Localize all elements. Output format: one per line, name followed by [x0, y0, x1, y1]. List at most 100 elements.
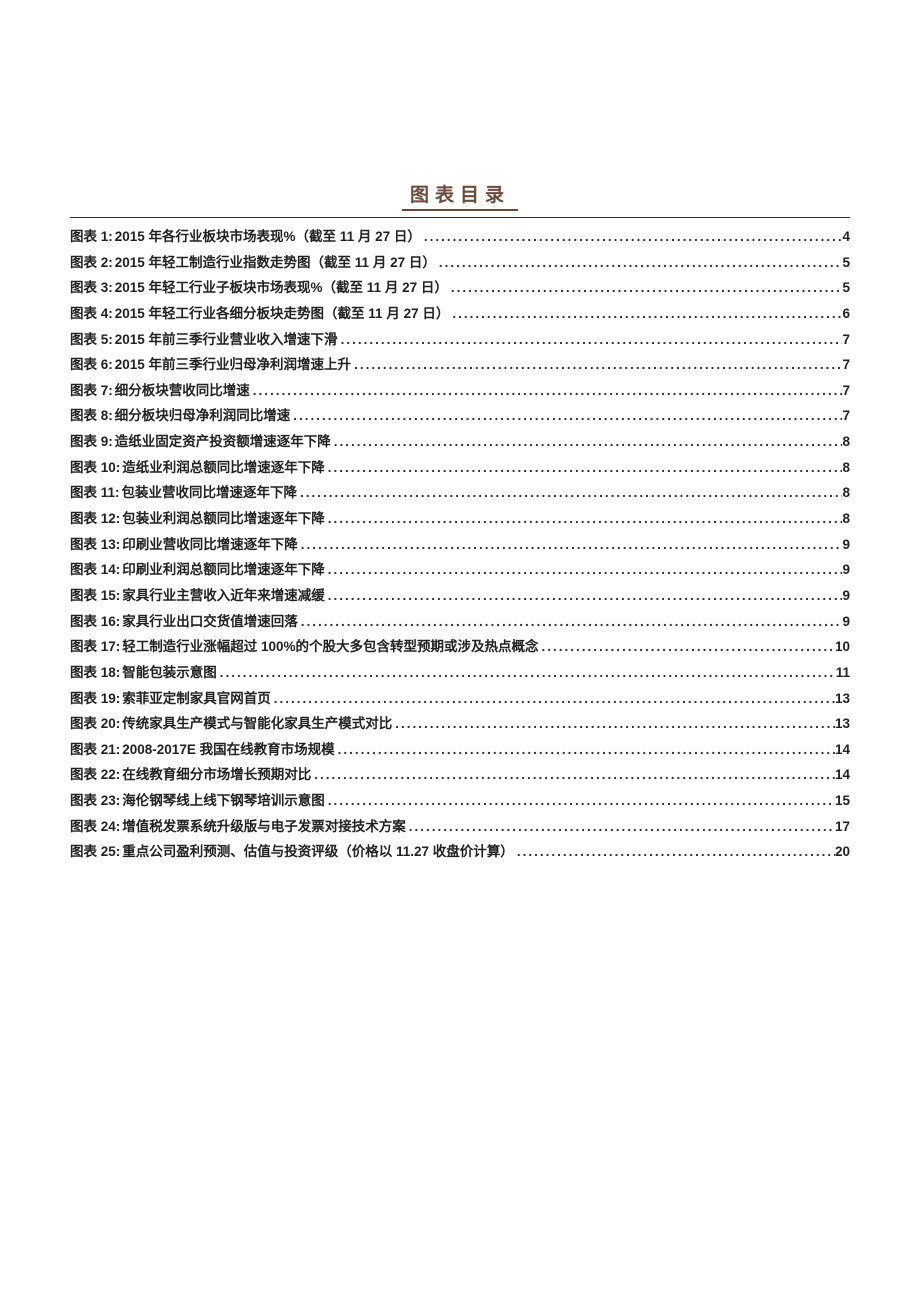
toc-entry-label: 图表 11: [70, 480, 122, 506]
toc-entry-label: 图表 19: [70, 686, 122, 712]
toc-entry[interactable]: 图表 16:家具行业出口交货值增速回落9 [70, 609, 850, 635]
toc-entry-label: 图表 4: [70, 301, 115, 327]
toc-entry-text: 细分板块营收同比增速 [115, 378, 250, 404]
toc-entry-label: 图表 15: [70, 583, 122, 609]
toc-entry-text: 海伦钢琴线上线下钢琴培训示意图 [122, 788, 325, 814]
figure-index-list: 图表 1:2015 年各行业板块市场表现%（截至 11 月 27 日） 4 图表 2… [70, 224, 850, 865]
toc-entry[interactable]: 图表 11:包装业营收同比增速逐年下降 8 [70, 480, 850, 506]
toc-entry-text: 印刷业营收同比增速逐年下降 [122, 532, 298, 558]
toc-entry-page: 5 [842, 275, 850, 301]
toc-entry-page: 8 [842, 506, 850, 532]
toc-entry-page: 10 [835, 634, 850, 660]
toc-entry[interactable]: 图表 23:海伦钢琴线上线下钢琴培训示意图15 [70, 788, 850, 814]
toc-entry-page: 14 [835, 737, 850, 763]
toc-entry-page: 7 [842, 403, 850, 429]
toc-entry-text: 增值税发票系统升级版与电子发票对接技术方案 [122, 814, 406, 840]
toc-entry[interactable]: 图表 9:造纸业固定资产投资额增速逐年下降8 [70, 429, 850, 455]
toc-entry-page: 14 [835, 762, 850, 788]
toc-entry-page: 9 [842, 583, 850, 609]
toc-entry-text: 在线教育细分市场增长预期对比 [122, 762, 311, 788]
toc-entry-page: 8 [842, 455, 850, 481]
toc-entry-label: 图表 1: [70, 224, 115, 250]
toc-entry[interactable]: 图表 8:细分板块归母净利润同比增速 7 [70, 403, 850, 429]
toc-entry-page: 9 [842, 557, 850, 583]
toc-entry[interactable]: 图表 21:2008-2017E 我国在线教育市场规模14 [70, 737, 850, 763]
toc-leader-dots [311, 762, 835, 788]
toc-leader-dots [290, 403, 842, 429]
page-title: 图表目录 [402, 180, 518, 211]
toc-entry-text: 智能包装示意图 [122, 660, 217, 686]
toc-leader-dots [325, 583, 843, 609]
toc-entry-label: 图表 24: [70, 814, 122, 840]
toc-entry[interactable]: 图表 19:索菲亚定制家具官网首页 13 [70, 686, 850, 712]
toc-entry-page: 7 [842, 327, 850, 353]
toc-entry-page: 8 [842, 480, 850, 506]
toc-entry-text: 2015 年轻工行业各细分板块走势图（截至 11 月 27 日） [115, 301, 450, 327]
toc-entry[interactable]: 图表 22:在线教育细分市场增长预期对比 14 [70, 762, 850, 788]
toc-entry[interactable]: 图表 18:智能包装示意图11 [70, 660, 850, 686]
toc-entry-label: 图表 6: [70, 352, 115, 378]
toc-entry[interactable]: 图表 25:重点公司盈利预测、估值与投资评级（价格以 11.27 收盘价计算）2… [70, 839, 850, 865]
toc-entry[interactable]: 图表 20:传统家具生产模式与智能化家具生产模式对比13 [70, 711, 850, 737]
toc-entry[interactable]: 图表 14:印刷业利润总额同比增速逐年下降9 [70, 557, 850, 583]
toc-leader-dots [298, 609, 843, 635]
toc-entry-text: 家具行业出口交货值增速回落 [122, 609, 298, 635]
toc-entry-text: 2015 年前三季行业归母净利润增速上升 [115, 352, 351, 378]
toc-entry-label: 图表 8: [70, 403, 115, 429]
toc-entry-text: 造纸业固定资产投资额增速逐年下降 [115, 429, 331, 455]
toc-entry-label: 图表 18: [70, 660, 122, 686]
toc-entry-page: 9 [842, 609, 850, 635]
toc-entry[interactable]: 图表 15:家具行业主营收入近年来增速减缓 9 [70, 583, 850, 609]
toc-entry-text: 2015 年前三季行业营业收入增速下滑 [115, 327, 338, 353]
toc-leader-dots [514, 839, 835, 865]
toc-entry-page: 7 [842, 378, 850, 404]
toc-leader-dots [271, 686, 835, 712]
toc-leader-dots [421, 224, 843, 250]
toc-entry-label: 图表 10: [70, 455, 122, 481]
toc-entry[interactable]: 图表 13:印刷业营收同比增速逐年下降9 [70, 532, 850, 558]
toc-entry-text: 2015 年轻工制造行业指数走势图（截至 11 月 27 日） [115, 250, 436, 276]
toc-leader-dots [298, 532, 843, 558]
toc-entry[interactable]: 图表 4:2015 年轻工行业各细分板块走势图（截至 11 月 27 日） 6 [70, 301, 850, 327]
toc-entry[interactable]: 图表 24:增值税发票系统升级版与电子发票对接技术方案17 [70, 814, 850, 840]
toc-entry[interactable]: 图表 12:包装业利润总额同比增速逐年下降8 [70, 506, 850, 532]
toc-entry[interactable]: 图表 17:轻工制造行业涨幅超过 100%的个股大多包含转型预期或涉及热点概念1… [70, 634, 850, 660]
toc-leader-dots [250, 378, 843, 404]
toc-entry-page: 8 [842, 429, 850, 455]
toc-entry-page: 15 [835, 788, 850, 814]
toc-entry-page: 6 [842, 301, 850, 327]
toc-entry-text: 索菲亚定制家具官网首页 [122, 686, 271, 712]
toc-leader-dots [338, 327, 843, 353]
toc-leader-dots [406, 814, 835, 840]
toc-entry-label: 图表 22: [70, 762, 122, 788]
toc-leader-dots [325, 455, 843, 481]
toc-entry-page: 13 [835, 686, 850, 712]
toc-entry-text: 2015 年轻工行业子板块市场表现%（截至 11 月 27 日） [115, 275, 448, 301]
toc-entry[interactable]: 图表 3:2015 年轻工行业子板块市场表现%（截至 11 月 27 日） 5 [70, 275, 850, 301]
toc-entry-text: 2008-2017E 我国在线教育市场规模 [122, 737, 334, 763]
toc-entry-label: 图表 3: [70, 275, 115, 301]
toc-entry[interactable]: 图表 1:2015 年各行业板块市场表现%（截至 11 月 27 日） 4 [70, 224, 850, 250]
toc-leader-dots [539, 634, 835, 660]
toc-leader-dots [325, 557, 843, 583]
toc-entry-label: 图表 7: [70, 378, 115, 404]
toc-entry[interactable]: 图表 5:2015 年前三季行业营业收入增速下滑7 [70, 327, 850, 353]
toc-entry-page: 20 [835, 839, 850, 865]
toc-leader-dots [448, 275, 843, 301]
toc-entry-text: 轻工制造行业涨幅超过 100%的个股大多包含转型预期或涉及热点概念 [122, 634, 538, 660]
toc-entry-text: 家具行业主营收入近年来增速减缓 [122, 583, 325, 609]
toc-entry-text: 包装业利润总额同比增速逐年下降 [122, 506, 325, 532]
toc-entry-page: 5 [842, 250, 850, 276]
toc-entry-text: 2015 年各行业板块市场表现%（截至 11 月 27 日） [115, 224, 421, 250]
toc-leader-dots [449, 301, 842, 327]
toc-entry-label: 图表 20: [70, 711, 122, 737]
toc-entry[interactable]: 图表 7:细分板块营收同比增速 7 [70, 378, 850, 404]
toc-entry-text: 细分板块归母净利润同比增速 [115, 403, 291, 429]
toc-entry-page: 4 [842, 224, 850, 250]
toc-entry-page: 7 [842, 352, 850, 378]
toc-entry[interactable]: 图表 6:2015 年前三季行业归母净利润增速上升 7 [70, 352, 850, 378]
toc-entry-page: 9 [842, 532, 850, 558]
toc-entry-text: 包装业营收同比增速逐年下降 [122, 480, 298, 506]
toc-entry[interactable]: 图表 2:2015 年轻工制造行业指数走势图（截至 11 月 27 日）5 [70, 250, 850, 276]
toc-entry[interactable]: 图表 10:造纸业利润总额同比增速逐年下降8 [70, 455, 850, 481]
